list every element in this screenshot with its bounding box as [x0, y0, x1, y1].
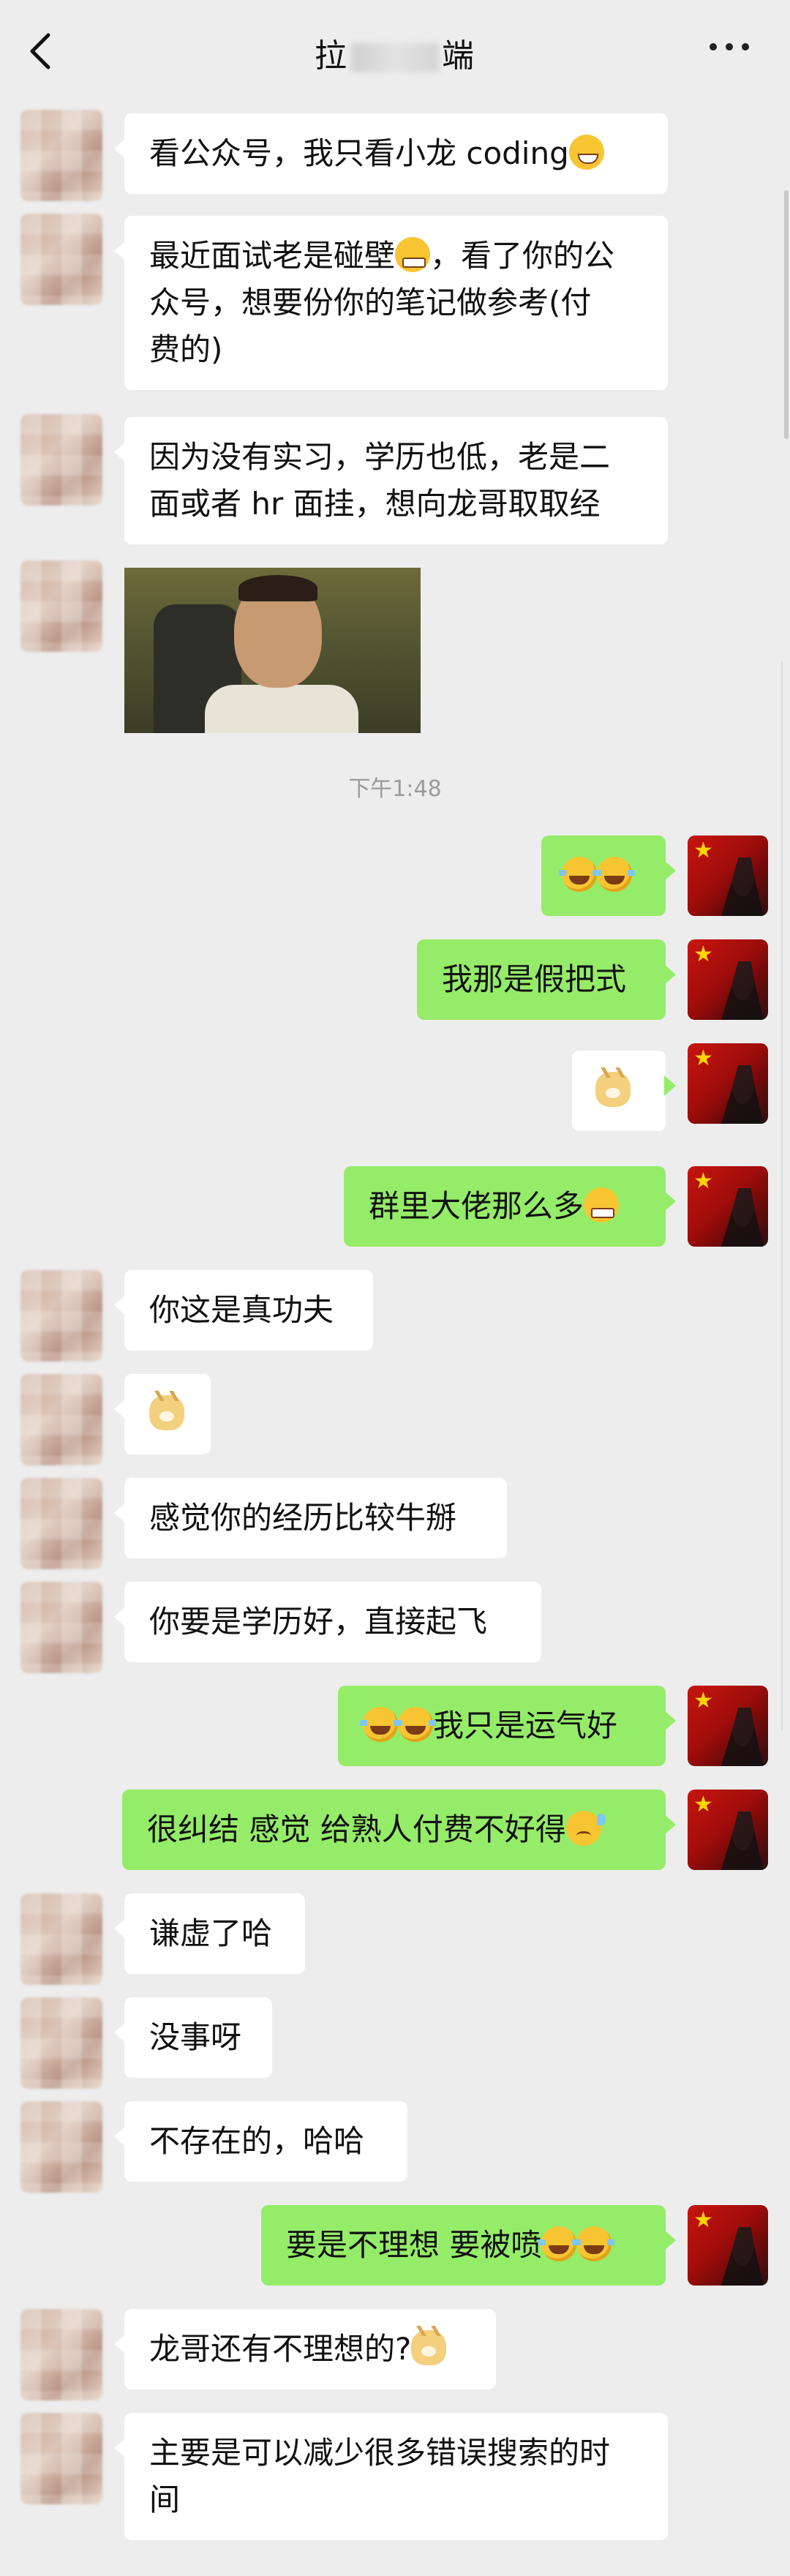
message-bubble-incoming[interactable]: 谦虚了哈: [114, 1893, 305, 1974]
scrollbar-thumb[interactable]: [784, 190, 789, 439]
message-text: 间: [149, 2482, 181, 2517]
message-bubble-outgoing[interactable]: [541, 835, 676, 916]
chat-title-left: 拉: [315, 37, 348, 75]
laugh-cry-emoji-icon: [559, 857, 600, 892]
message-text: 谦虚了哈: [149, 1915, 273, 1951]
message-text: 面或者 hr 面挂，想向龙哥取取经: [149, 486, 601, 522]
blurred-title-segment: [351, 43, 439, 72]
laugh-cry-emoji-icon: [360, 1707, 401, 1742]
laugh-cry-emoji-icon: [538, 2226, 580, 2261]
doge-emoji-icon: [595, 1067, 631, 1107]
peer-avatar[interactable]: [20, 1478, 102, 1569]
message-text: 不存在的，哈哈: [149, 2123, 365, 2159]
message-bubble-outgoing[interactable]: 很纠结 感觉 给熟人付费不好得: [122, 1790, 676, 1870]
message-bubble-incoming[interactable]: 主要是可以减少很多错误搜索的时 间: [114, 2413, 668, 2540]
chat-title: 拉端: [0, 29, 790, 76]
message-bubble-incoming[interactable]: 你这是真功夫: [114, 1270, 373, 1351]
message-text: 主要是可以减少很多错误搜索的时: [149, 2435, 611, 2471]
message-text: 你这是真功夫: [149, 1292, 334, 1328]
chat-header: 拉端: [0, 0, 790, 102]
laugh-cry-emoji-icon: [573, 2226, 615, 2261]
my-avatar[interactable]: ★: [688, 939, 768, 1020]
more-dots-icon[interactable]: [710, 40, 761, 61]
my-avatar[interactable]: ★: [688, 1166, 768, 1247]
message-bubble-incoming[interactable]: 看公众号，我只看小龙 coding: [114, 113, 668, 194]
sticker-image[interactable]: [124, 568, 421, 733]
message-bubble-outgoing[interactable]: [572, 1051, 676, 1131]
message-bubble-incoming[interactable]: 没事呀: [114, 1997, 272, 2078]
sweat-smile-emoji-icon: [565, 1811, 606, 1846]
doge-emoji-icon: [149, 1391, 184, 1430]
laugh-cry-emoji-icon: [395, 1707, 436, 1742]
peer-avatar[interactable]: [20, 1270, 102, 1362]
scrollbar-track: [781, 662, 790, 1730]
message-bubble-incoming[interactable]: 最近面试老是碰壁 ，看了你的公 众号，想要份你的笔记做参考(付 费的): [114, 216, 668, 390]
my-avatar[interactable]: ★: [688, 835, 768, 916]
message-text: 众号，想要份你的笔记做参考(付: [149, 285, 592, 320]
message-text: 很纠结 感觉 给熟人付费不好得: [147, 1811, 566, 1847]
message-text: 没事呀: [149, 2019, 242, 2055]
peer-avatar[interactable]: [20, 214, 102, 305]
message-bubble-outgoing[interactable]: 我只是运气好: [338, 1686, 676, 1766]
timestamp: 下午1:48: [348, 776, 442, 802]
laugh-cry-emoji-icon: [594, 857, 635, 892]
my-avatar[interactable]: ★: [688, 1043, 768, 1124]
message-text: 群里大佬那么多: [369, 1188, 584, 1224]
message-bubble-incoming[interactable]: 龙哥还有不理想的?: [114, 2309, 496, 2389]
peer-avatar[interactable]: [20, 2101, 102, 2193]
message-text: 感觉你的经历比较牛掰: [149, 1500, 457, 1536]
peer-avatar[interactable]: [20, 2413, 102, 2504]
message-bubble-incoming[interactable]: 不存在的，哈哈: [114, 2101, 407, 2182]
message-text: 我只是运气好: [433, 1708, 618, 1743]
my-avatar[interactable]: ★: [688, 2205, 768, 2286]
message-text: 我那是假把式: [442, 961, 627, 997]
grimace-emoji-icon: [584, 1187, 620, 1223]
peer-avatar[interactable]: [20, 1582, 102, 1673]
my-avatar[interactable]: ★: [688, 1686, 768, 1766]
message-text: 看公众号，我只看小龙 coding: [149, 135, 569, 171]
peer-avatar[interactable]: [20, 1893, 102, 1985]
message-bubble-incoming[interactable]: 感觉你的经历比较牛掰: [114, 1478, 507, 1558]
message-bubble-outgoing[interactable]: 要是不理想 要被喷: [261, 2205, 676, 2286]
message-bubble-incoming[interactable]: 因为没有实习，学历也低，老是二 面或者 hr 面挂，想向龙哥取取经: [114, 417, 668, 544]
peer-avatar[interactable]: [20, 414, 102, 506]
message-bubble-incoming[interactable]: 你要是学历好，直接起飞: [114, 1582, 541, 1662]
peer-avatar[interactable]: [20, 110, 102, 201]
message-text: 最近面试老是碰壁: [149, 238, 396, 274]
message-text: ，看了你的公: [430, 238, 615, 274]
message-bubble-incoming[interactable]: [114, 1374, 211, 1454]
chat-title-right: 端: [442, 37, 475, 75]
message-text: 你要是学历好，直接起飞: [149, 1604, 488, 1640]
doge-emoji-icon: [411, 2326, 447, 2365]
my-avatar[interactable]: ★: [688, 1790, 768, 1870]
message-text: 费的): [149, 331, 223, 367]
message-bubble-outgoing[interactable]: 群里大佬那么多: [344, 1166, 676, 1247]
message-text: 因为没有实习，学历也低，老是二: [149, 439, 611, 475]
message-text: 要是不理想 要被喷: [286, 2227, 542, 2263]
grin-emoji-icon: [568, 135, 604, 170]
message-bubble-outgoing[interactable]: 我那是假把式: [417, 939, 676, 1020]
peer-avatar[interactable]: [20, 1374, 102, 1465]
peer-avatar[interactable]: [20, 2309, 102, 2400]
peer-avatar[interactable]: [20, 560, 102, 652]
grimace-emoji-icon: [395, 237, 431, 272]
message-text: 龙哥还有不理想的?: [149, 2331, 412, 2367]
peer-avatar[interactable]: [20, 1997, 102, 2089]
